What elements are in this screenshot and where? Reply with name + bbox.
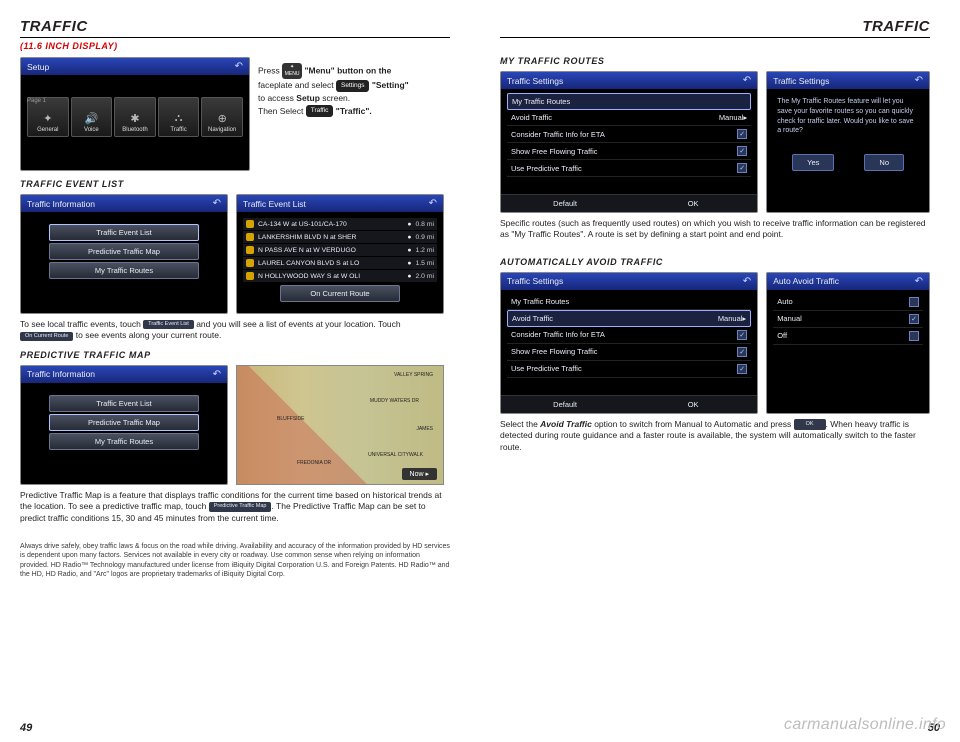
traffic-icon: ⛬ <box>175 112 183 125</box>
btn-predictive-map[interactable]: Predictive Traffic Map <box>49 414 199 431</box>
btn-traffic-event-list[interactable]: Traffic Event List <box>49 224 199 241</box>
prompt-screen: Traffic Settings↶ The My Traffic Routes … <box>766 71 930 213</box>
btn-predictive-map[interactable]: Predictive Traffic Map <box>49 243 199 260</box>
row-off[interactable]: Off <box>773 328 923 345</box>
row-freeflow[interactable]: Show Free Flowing Traffic✓ <box>507 143 751 160</box>
auto-avoid-screen: Auto Avoid Traffic↶ Auto Manual✓ Off <box>766 272 930 414</box>
row-eta[interactable]: Consider Traffic Info for ETA✓ <box>507 327 751 344</box>
row-my-routes[interactable]: My Traffic Routes <box>507 93 751 110</box>
pill-current-route: On Current Route <box>20 332 73 341</box>
checkbox-icon[interactable] <box>909 297 919 307</box>
setup-page-indicator: Page 1 <box>27 98 46 104</box>
traffic-info-screen-2: Traffic Information↶ Traffic Event List … <box>20 365 228 485</box>
para-routes: Specific routes (such as frequently used… <box>500 218 930 241</box>
page-header-right: TRAFFIC <box>500 18 930 38</box>
traffic-settings-screen: Traffic Settings↶ My Traffic Routes Avoi… <box>500 71 758 213</box>
btn-default[interactable]: Default <box>501 195 629 212</box>
prompt-text: The My Traffic Routes feature will let y… <box>767 89 929 144</box>
event-icon <box>246 246 254 254</box>
back-icon[interactable]: ↶ <box>915 75 923 86</box>
section-my-routes: MY TRAFFIC ROUTES <box>500 56 930 66</box>
event-icon <box>246 220 254 228</box>
bluetooth-icon: ✱ <box>130 112 139 125</box>
back-icon[interactable]: ↶ <box>235 61 243 72</box>
checkbox-icon[interactable]: ✓ <box>737 364 747 374</box>
traffic-info-screen: Traffic Information↶ Traffic Event List … <box>20 194 228 314</box>
btn-no[interactable]: No <box>864 154 904 171</box>
btn-my-routes[interactable]: My Traffic Routes <box>49 262 199 279</box>
btn-ok[interactable]: OK <box>629 195 757 212</box>
voice-icon: 🔊 <box>85 112 99 125</box>
back-icon[interactable]: ↶ <box>915 276 923 287</box>
btn-on-current-route[interactable]: On Current Route <box>280 285 400 302</box>
event-row[interactable]: N HOLLYWOOD WAY S at W OLI●2.0 mi <box>243 270 437 282</box>
btn-traffic-event-list[interactable]: Traffic Event List <box>49 395 199 412</box>
tile-voice[interactable]: 🔊Voice <box>71 97 113 137</box>
checkbox-icon[interactable]: ✓ <box>737 129 747 139</box>
menu-button-icon: ✦MENU <box>282 63 302 79</box>
back-icon[interactable]: ↶ <box>213 369 221 380</box>
event-icon <box>246 233 254 241</box>
row-avoid-traffic[interactable]: Avoid TrafficManual▸ <box>507 110 751 126</box>
row-avoid-traffic[interactable]: Avoid TrafficManual▸ <box>507 310 751 327</box>
para-predictive: Predictive Traffic Map is a feature that… <box>20 490 450 524</box>
event-row[interactable]: LANKERSHIM BLVD N at SHER●0.9 mi <box>243 231 437 243</box>
tile-bluetooth[interactable]: ✱Bluetooth <box>114 97 156 137</box>
row-predictive[interactable]: Use Predictive Traffic✓ <box>507 160 751 177</box>
checkbox-icon[interactable]: ✓ <box>737 347 747 357</box>
checkbox-icon[interactable]: ✓ <box>737 163 747 173</box>
back-icon[interactable]: ↶ <box>429 198 437 209</box>
settings-button-icon: Settings <box>336 80 370 92</box>
setup-title: Setup <box>27 62 49 72</box>
predictive-map-screen: VALLEY SPRING MUDDY WATERS DR BLUFFSIDE … <box>236 365 444 485</box>
traffic-button-icon: Traffic <box>306 105 334 117</box>
para-event-list: To see local traffic events, touch Traff… <box>20 319 450 342</box>
row-eta[interactable]: Consider Traffic Info for ETA✓ <box>507 126 751 143</box>
watermark: carmanualsonline.info <box>784 716 946 734</box>
row-auto[interactable]: Auto <box>773 294 923 311</box>
event-row[interactable]: LAUREL CANYON BLVD S at LO●1.5 mi <box>243 257 437 269</box>
page-number-left: 49 <box>20 722 32 734</box>
row-freeflow[interactable]: Show Free Flowing Traffic✓ <box>507 344 751 361</box>
sub-display: (11.6 INCH DISPLAY) <box>20 41 450 51</box>
back-icon[interactable]: ↶ <box>743 75 751 86</box>
event-icon <box>246 272 254 280</box>
row-manual[interactable]: Manual✓ <box>773 311 923 328</box>
traffic-settings-screen-2: Traffic Settings↶ My Traffic Routes Avoi… <box>500 272 758 414</box>
back-icon[interactable]: ↶ <box>743 276 751 287</box>
section-predictive: PREDICTIVE TRAFFIC MAP <box>20 350 450 360</box>
event-list-screen: Traffic Event List↶ CA-134 W at US-101/C… <box>236 194 444 314</box>
row-my-routes[interactable]: My Traffic Routes <box>507 294 751 310</box>
page-header-left: TRAFFIC <box>20 18 450 38</box>
section-event-list: TRAFFIC EVENT LIST <box>20 179 450 189</box>
section-auto-avoid: AUTOMATICALLY AVOID TRAFFIC <box>500 257 930 267</box>
pill-event-list: Traffic Event List <box>143 320 194 329</box>
btn-my-routes[interactable]: My Traffic Routes <box>49 433 199 450</box>
btn-default[interactable]: Default <box>501 396 629 413</box>
intro-text: Press ✦MENU "Menu" button on the facepla… <box>258 57 450 171</box>
tile-traffic[interactable]: ⛬Traffic <box>158 97 200 137</box>
event-icon <box>246 259 254 267</box>
footnote: Always drive safely, obey traffic laws &… <box>20 542 450 578</box>
checkbox-icon[interactable]: ✓ <box>737 330 747 340</box>
event-row[interactable]: N PASS AVE N at W VERDUGO●1.2 mi <box>243 244 437 256</box>
btn-yes[interactable]: Yes <box>792 154 834 171</box>
para-avoid: Select the Avoid Traffic option to switc… <box>500 419 930 453</box>
btn-ok[interactable]: OK <box>629 396 757 413</box>
btn-now[interactable]: Now ▸ <box>402 468 437 480</box>
event-row[interactable]: CA-134 W at US-101/CA-170●0.8 mi <box>243 218 437 230</box>
checkbox-icon[interactable] <box>909 331 919 341</box>
pill-predictive-map: Predictive Traffic Map <box>209 502 272 511</box>
general-icon: ✦ <box>43 112 52 125</box>
setup-screen: Setup ↶ Page 1 ✦General 🔊Voice ✱Bluetoot… <box>20 57 250 171</box>
navigation-icon: ⊕ <box>218 112 227 125</box>
pill-ok: OK <box>794 419 826 430</box>
row-predictive[interactable]: Use Predictive Traffic✓ <box>507 361 751 378</box>
back-icon[interactable]: ↶ <box>213 198 221 209</box>
tile-navigation[interactable]: ⊕Navigation <box>201 97 243 137</box>
checkbox-icon[interactable]: ✓ <box>737 146 747 156</box>
checkbox-icon[interactable]: ✓ <box>909 314 919 324</box>
